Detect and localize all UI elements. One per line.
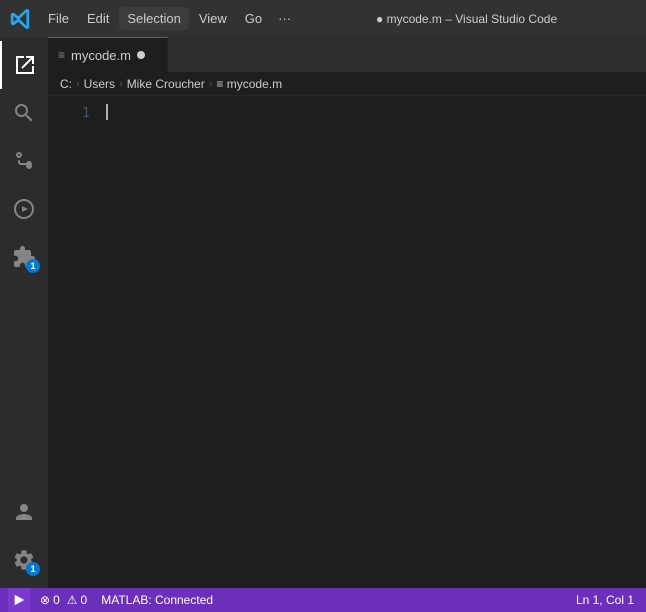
extensions-badge: 1 — [26, 259, 40, 273]
git-branch-button[interactable] — [8, 588, 30, 612]
line-number-1: 1 — [48, 104, 90, 123]
status-bar: ⊗ 0 ⚠ 0 MATLAB: Connected Ln 1, Col 1 — [0, 588, 646, 612]
editor-area: ≡ mycode.m C: › Users › Mike Croucher › … — [48, 37, 646, 588]
extensions-icon[interactable]: 1 — [0, 233, 48, 281]
status-right: Ln 1, Col 1 — [572, 593, 638, 607]
error-icon: ⊗ — [40, 593, 50, 607]
line-numbers: 1 — [48, 96, 98, 588]
tab-file-icon: ≡ — [58, 48, 65, 62]
tab-label: mycode.m — [71, 48, 131, 63]
main-layout: 1 1 ≡ mycode.m C: › — [0, 37, 646, 588]
settings-badge: 1 — [26, 562, 40, 576]
editor-content[interactable]: 1 — [48, 96, 646, 588]
mycode-tab[interactable]: ≡ mycode.m — [48, 37, 168, 72]
warning-count: 0 — [81, 593, 88, 607]
explorer-icon[interactable] — [0, 41, 48, 89]
breadcrumb: C: › Users › Mike Croucher › ≡ mycode.m — [48, 72, 646, 96]
breadcrumb-mike[interactable]: Mike Croucher — [127, 77, 205, 91]
breadcrumb-file[interactable]: ≡ mycode.m — [216, 77, 282, 91]
edit-menu[interactable]: Edit — [79, 7, 117, 30]
file-menu[interactable]: File — [40, 7, 77, 30]
cursor-position[interactable]: Ln 1, Col 1 — [572, 593, 638, 607]
errors-button[interactable]: ⊗ 0 ⚠ 0 — [36, 593, 91, 607]
settings-icon[interactable]: 1 — [0, 536, 48, 584]
selection-menu[interactable]: Selection — [119, 7, 188, 30]
text-cursor — [106, 104, 108, 120]
tab-modified-dot — [137, 51, 145, 59]
accounts-icon[interactable] — [0, 488, 48, 536]
tab-bar: ≡ mycode.m — [48, 37, 646, 72]
app-icon — [10, 8, 32, 30]
go-menu[interactable]: Go — [237, 7, 270, 30]
run-debug-icon[interactable] — [0, 185, 48, 233]
matlab-status[interactable]: MATLAB: Connected — [97, 593, 217, 607]
source-control-icon[interactable] — [0, 137, 48, 185]
remote-icon — [12, 593, 26, 607]
title-bar: File Edit Selection View Go ··· ● mycode… — [0, 0, 646, 37]
menu-bar: File Edit Selection View Go ··· — [40, 7, 297, 30]
code-line-1 — [106, 104, 646, 120]
code-editor[interactable] — [98, 96, 646, 588]
breadcrumb-c[interactable]: C: — [60, 77, 72, 91]
activity-bar: 1 1 — [0, 37, 48, 588]
window-title: ● mycode.m – Visual Studio Code — [297, 12, 636, 26]
error-count: 0 — [53, 593, 60, 607]
breadcrumb-users[interactable]: Users — [84, 77, 115, 91]
search-icon[interactable] — [0, 89, 48, 137]
status-left: ⊗ 0 ⚠ 0 MATLAB: Connected — [8, 588, 217, 612]
more-menu[interactable]: ··· — [272, 7, 297, 30]
cursor-position-text: Ln 1, Col 1 — [576, 593, 634, 607]
matlab-status-text: MATLAB: Connected — [101, 593, 213, 607]
view-menu[interactable]: View — [191, 7, 235, 30]
warning-icon: ⚠ — [67, 593, 78, 607]
